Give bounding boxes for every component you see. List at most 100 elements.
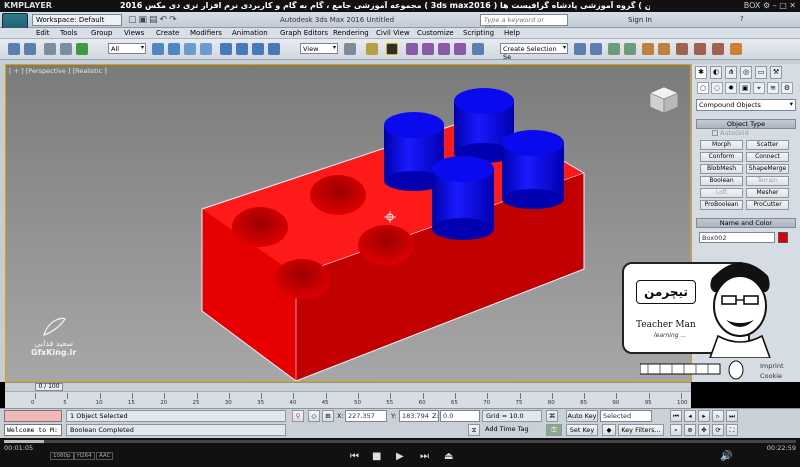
menu-edit[interactable]: Edit — [36, 29, 50, 37]
maximize-viewport-icon[interactable]: ⛶ — [726, 424, 738, 436]
tab-utilities[interactable]: ⚒ — [770, 66, 782, 79]
zoom-all-icon[interactable]: ⊕ — [684, 424, 696, 436]
window-crossing-icon[interactable] — [200, 43, 212, 55]
space-warps-icon[interactable]: ≋ — [767, 82, 779, 94]
reference-coordinate-dropdown[interactable]: View ▾ — [300, 43, 338, 54]
set-key-icon[interactable]: ⚿ — [546, 424, 562, 436]
mirror-icon[interactable] — [574, 43, 586, 55]
add-time-tag[interactable]: Add Time Tag — [482, 424, 542, 436]
perspective-viewport[interactable]: [ + ] [Perspective ] [Realistic ] سعید ف… — [5, 64, 691, 382]
pan-icon[interactable]: ✥ — [698, 424, 710, 436]
object-type-rollout-header[interactable]: Object Type — [696, 119, 796, 129]
percent-snap-icon[interactable] — [438, 43, 450, 55]
object-color-swatch[interactable] — [778, 232, 788, 243]
object-name-input[interactable]: Box002 — [699, 232, 775, 243]
auto-key-button[interactable]: Auto Key — [566, 410, 598, 422]
menu-create[interactable]: Create — [156, 29, 179, 37]
menu-group[interactable]: Group — [91, 29, 112, 37]
search-input[interactable]: Type a keyword or phrase — [480, 14, 568, 32]
blobmesh-button[interactable]: BlobMesh — [700, 164, 743, 174]
name-color-rollout-header[interactable]: Name and Color — [696, 218, 796, 228]
redo-icon[interactable]: ↷ — [169, 15, 179, 25]
align-icon[interactable] — [590, 43, 602, 55]
lock-selection-icon[interactable]: ⚲ — [292, 410, 304, 422]
track-bar[interactable]: 0 5 10 15 20 25 30 35 40 45 50 55 60 65 70 75 80 85 90 95 10… — [5, 391, 691, 408]
isolate-selection-icon[interactable]: ◇ — [308, 410, 320, 422]
redo-icon[interactable] — [24, 43, 36, 55]
select-object-icon[interactable] — [152, 43, 164, 55]
layer-explorer-icon[interactable] — [608, 43, 620, 55]
curve-editor-icon[interactable] — [642, 43, 654, 55]
scale-icon[interactable] — [252, 43, 264, 55]
menu-modifiers[interactable]: Modifiers — [190, 29, 222, 37]
snaps-toggle-icon[interactable] — [406, 43, 418, 55]
link-icon[interactable] — [44, 43, 56, 55]
time-slider-thumb[interactable]: 0 / 100 — [35, 383, 63, 391]
lights-icon[interactable]: ✹ — [725, 82, 737, 94]
key-mode-dropdown[interactable]: Selected — [600, 410, 652, 422]
conform-button[interactable]: Conform — [700, 152, 743, 162]
helpers-icon[interactable]: ⌖ — [753, 82, 765, 94]
player-prev-icon[interactable]: ⏮ — [350, 451, 359, 462]
select-by-name-icon[interactable] — [168, 43, 180, 55]
angle-snap-icon[interactable] — [422, 43, 434, 55]
cameras-icon[interactable]: ▣ — [739, 82, 751, 94]
next-frame-icon[interactable]: ▹ — [712, 410, 724, 422]
help-button[interactable]: ? — [740, 15, 744, 23]
mesher-button[interactable]: Mesher — [746, 188, 789, 198]
tab-motion[interactable]: ◎ — [740, 66, 752, 79]
brick-hole[interactable] — [232, 207, 288, 247]
player-volume-icon[interactable]: 🔊 — [720, 451, 732, 462]
systems-icon[interactable]: ⚙ — [781, 82, 793, 94]
quick-access-icons[interactable]: ▢▣▤↶↷ — [128, 15, 179, 25]
shapemerge-button[interactable]: ShapeMerge — [746, 164, 789, 174]
autogrid-checkbox[interactable]: AutoGrid — [712, 129, 749, 137]
tab-create[interactable]: ✱ — [695, 66, 707, 79]
previous-frame-icon[interactable]: ◂ — [684, 410, 696, 422]
edit-named-selection-icon[interactable] — [472, 43, 484, 55]
tab-hierarchy[interactable]: ⋔ — [725, 66, 737, 79]
pivot-center-icon[interactable] — [344, 43, 356, 55]
select-manipulate-icon[interactable] — [366, 43, 378, 55]
geometry-icon[interactable]: ○ — [697, 82, 709, 94]
player-eject-icon[interactable]: ⏏ — [444, 451, 453, 462]
z-coordinate-input[interactable]: 0.0 — [440, 410, 480, 422]
set-key-mode-icon[interactable]: ⌘ — [546, 410, 558, 422]
unlink-icon[interactable] — [60, 43, 72, 55]
menu-views[interactable]: Views — [124, 29, 144, 37]
set-key-button[interactable]: Set Key — [566, 424, 598, 436]
loft-button[interactable]: Loft — [700, 188, 743, 198]
menu-help[interactable]: Help — [504, 29, 520, 37]
rendered-frame-window-icon[interactable] — [712, 43, 724, 55]
player-stop-icon[interactable]: ■ — [372, 451, 381, 462]
sign-in-link[interactable]: Sign In — [628, 16, 652, 24]
time-slider[interactable]: 0 / 100 — [5, 382, 691, 391]
x-coordinate-input[interactable]: 227.357 — [345, 410, 387, 422]
connect-button[interactable]: Connect — [746, 152, 789, 162]
blue-cylinder[interactable] — [432, 156, 494, 240]
bind-space-warp-icon[interactable] — [76, 43, 88, 55]
brick-hole[interactable] — [310, 175, 366, 215]
menu-tools[interactable]: Tools — [60, 29, 77, 37]
rectangular-selection-icon[interactable] — [184, 43, 196, 55]
blue-cylinder[interactable] — [502, 130, 564, 209]
schematic-view-icon[interactable] — [658, 43, 670, 55]
absolute-mode-icon[interactable]: ⊞ — [322, 410, 334, 422]
tab-modify[interactable]: ◐ — [710, 66, 722, 79]
zoom-icon[interactable]: ⌕ — [670, 424, 682, 436]
go-to-end-icon[interactable]: ⏭ — [726, 410, 738, 422]
key-filter-icon[interactable]: ◆ — [602, 424, 616, 436]
spinner-snap-icon[interactable] — [454, 43, 466, 55]
open-file-icon[interactable]: ▣ — [139, 15, 150, 25]
workspace-dropdown[interactable]: Workspace: Default — [32, 14, 122, 26]
menu-customize[interactable]: Customize — [417, 29, 454, 37]
boolean-button[interactable]: Boolean — [700, 176, 743, 186]
selection-filter-dropdown[interactable]: All ▾ — [108, 43, 146, 54]
player-play-icon[interactable]: ▶ — [396, 451, 404, 462]
scatter-button[interactable]: Scatter — [746, 140, 789, 150]
material-editor-icon[interactable] — [676, 43, 688, 55]
proboolean-button[interactable]: ProBoolean — [700, 200, 743, 210]
morph-button[interactable]: Morph — [700, 140, 743, 150]
new-file-icon[interactable]: ▢ — [128, 15, 139, 25]
menu-animation[interactable]: Animation — [232, 29, 268, 37]
